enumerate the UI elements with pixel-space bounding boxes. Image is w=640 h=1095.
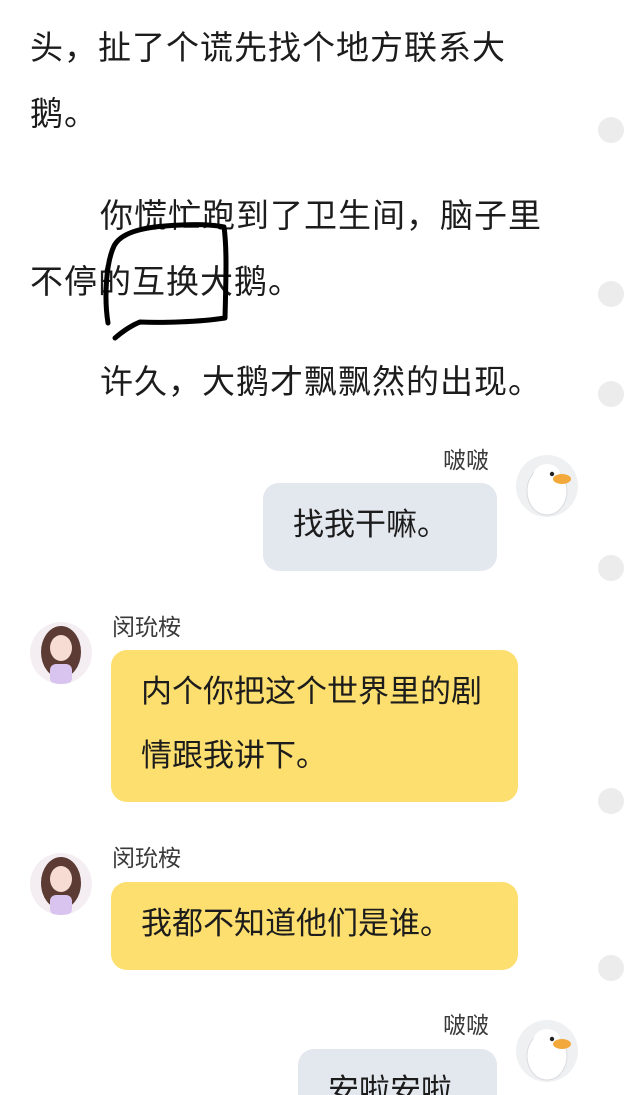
sender-name: 闵玧桉	[112, 615, 181, 641]
message-text: 我都不知道他们是谁。	[141, 906, 451, 942]
sender-name: 闵玧桉	[112, 846, 181, 872]
sender-name: 啵啵	[443, 1013, 489, 1039]
comment-dot[interactable]	[598, 281, 624, 307]
goose-avatar[interactable]	[516, 455, 578, 517]
story-paragraph-2: 你慌忙跑到了卫生间，脑子里不停的互换大鹅。	[30, 196, 542, 301]
comment-dot[interactable]	[598, 955, 624, 981]
message-bubble[interactable]: 安啦安啦	[298, 1049, 497, 1095]
story-paragraph-3: 许久，大鹅才飘飘然的出现。	[100, 362, 542, 401]
chat-story-page: 头，扯了个谎先找个地方联系大鹅。 你慌忙跑到了卫生间，脑子里不停的互换大鹅。 许…	[0, 0, 640, 1095]
message-bubble[interactable]: 找我干嘛。	[263, 483, 497, 571]
message-bubble[interactable]: 内个你把这个世界里的剧情跟我讲下。	[111, 650, 518, 802]
girl-avatar[interactable]	[30, 622, 92, 684]
message-text: 找我干嘛。	[293, 507, 448, 543]
comment-dot[interactable]	[598, 788, 624, 814]
sender-name: 啵啵	[443, 448, 489, 474]
message-text: 安啦安啦	[328, 1073, 452, 1095]
message-text: 内个你把这个世界里的剧情跟我讲下。	[141, 674, 482, 774]
goose-avatar[interactable]	[516, 1020, 578, 1082]
message-bubble[interactable]: 我都不知道他们是谁。	[111, 882, 518, 970]
comment-dot[interactable]	[598, 381, 624, 407]
girl-avatar[interactable]	[30, 853, 92, 915]
comment-dot[interactable]	[598, 555, 624, 581]
comment-dot[interactable]	[598, 117, 624, 143]
story-paragraph-1: 头，扯了个谎先找个地方联系大鹅。	[30, 28, 506, 133]
